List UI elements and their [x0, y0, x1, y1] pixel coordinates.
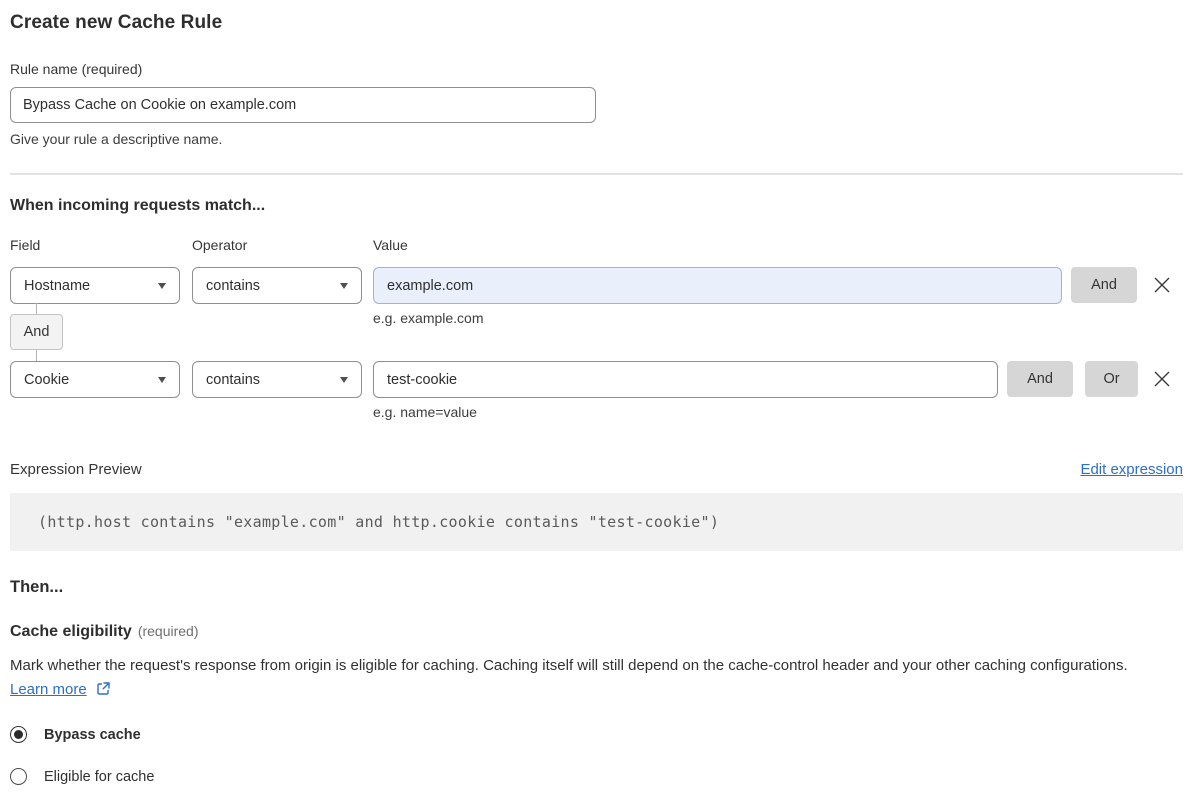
radio-eligible-for-cache-label: Eligible for cache	[44, 768, 155, 785]
radio-bypass-cache-label: Bypass cache	[44, 726, 141, 743]
operator-select-row2-value: contains	[206, 371, 261, 388]
radio-bypass-cache[interactable]: Bypass cache	[10, 726, 1183, 743]
radio-unselected-icon	[10, 768, 27, 785]
match-section-heading: When incoming requests match...	[10, 197, 266, 214]
radio-selected-icon	[10, 726, 27, 743]
external-link-icon	[92, 682, 111, 700]
operator-column-label: Operator	[192, 237, 248, 253]
remove-row2-button[interactable]	[1151, 369, 1173, 391]
expression-preview-box: (http.host contains "example.com" and ht…	[10, 493, 1183, 551]
eligibility-description-text: Mark whether the request's response from…	[10, 657, 1128, 674]
expression-header: Expression Preview Edit expression	[10, 461, 1183, 478]
learn-more-link[interactable]: Learn more	[10, 681, 87, 698]
chevron-down-icon	[158, 376, 166, 383]
connector-line	[36, 303, 37, 314]
field-select-row2-value: Cookie	[24, 371, 70, 388]
operator-select-row1[interactable]: contains	[192, 267, 362, 304]
operator-select-row2[interactable]: contains	[192, 361, 362, 398]
value-column-label: Value	[373, 237, 408, 253]
rule-name-helper: Give your rule a descriptive name.	[10, 131, 223, 147]
value-hint-row1: e.g. example.com	[373, 310, 484, 326]
rule-name-input[interactable]	[10, 87, 596, 123]
field-column-label: Field	[10, 237, 41, 253]
eligibility-description: Mark whether the request's response from…	[10, 654, 1170, 704]
close-icon	[1153, 370, 1171, 391]
value-input-row2[interactable]	[373, 361, 998, 398]
cache-eligibility-title: Cache eligibility	[10, 623, 132, 640]
value-hint-row2: e.g. name=value	[373, 404, 477, 420]
edit-expression-link[interactable]: Edit expression	[1080, 461, 1183, 478]
radio-eligible-for-cache[interactable]: Eligible for cache	[10, 768, 1183, 785]
field-select-row1[interactable]: Hostname	[10, 267, 180, 304]
section-divider	[10, 173, 1183, 175]
connector-line	[36, 350, 37, 361]
expression-preview-label: Expression Preview	[10, 461, 142, 478]
required-note: (required)	[137, 623, 199, 639]
connector-and-button[interactable]: And	[10, 314, 63, 350]
chevron-down-icon	[158, 282, 166, 289]
expression-code: (http.host contains "example.com" and ht…	[38, 513, 720, 531]
page-title: Create new Cache Rule	[10, 12, 223, 33]
value-input-row1[interactable]	[373, 267, 1062, 304]
and-button-row2[interactable]: And	[1007, 361, 1073, 397]
cache-eligibility-heading: Cache eligibility (required)	[10, 623, 1183, 641]
chevron-down-icon	[340, 376, 348, 383]
field-select-row1-value: Hostname	[24, 277, 91, 294]
field-select-row2[interactable]: Cookie	[10, 361, 180, 398]
chevron-down-icon	[340, 282, 348, 289]
remove-row1-button[interactable]	[1151, 275, 1173, 297]
condition-builder: Field Operator Value Hostname contains A…	[0, 234, 1200, 424]
rule-name-label: Rule name (required)	[10, 61, 143, 77]
create-cache-rule-page: Create new Cache Rule Rule name (require…	[0, 12, 1200, 785]
close-icon	[1153, 276, 1171, 297]
operator-select-row1-value: contains	[206, 277, 261, 294]
and-button-row1[interactable]: And	[1071, 267, 1137, 303]
or-button-row2[interactable]: Or	[1085, 361, 1138, 397]
then-heading: Then...	[10, 578, 64, 596]
